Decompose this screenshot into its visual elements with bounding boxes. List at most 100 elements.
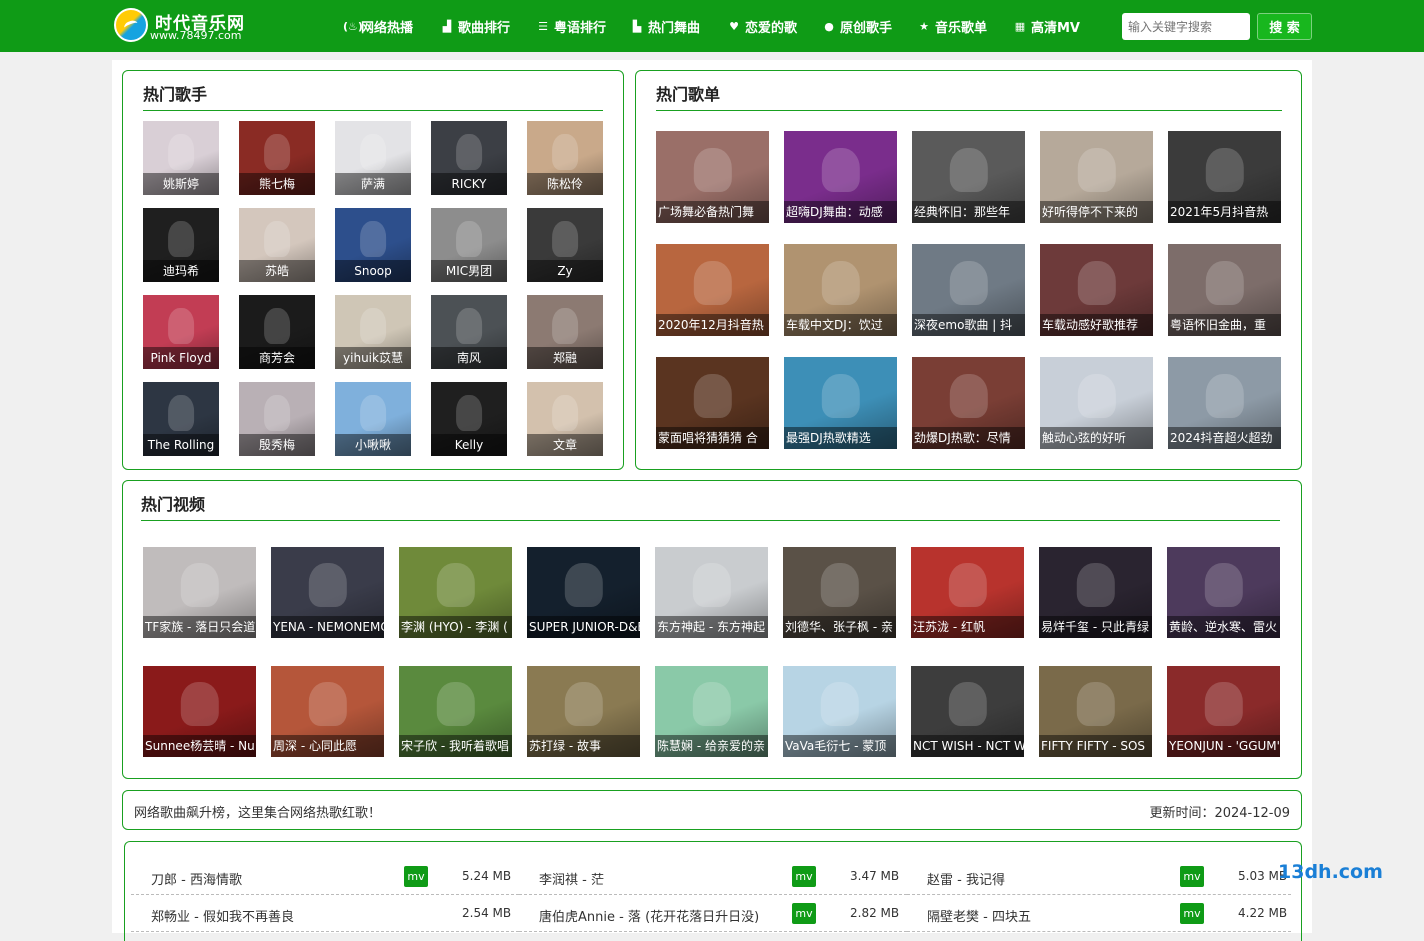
- nav-item-8[interactable]: ▦ 高清MV: [1013, 16, 1080, 36]
- playlist-card[interactable]: 超嗨DJ舞曲：动感: [784, 131, 897, 223]
- video-card[interactable]: TF家族 - 落日只会道: [143, 547, 256, 638]
- playlist-card[interactable]: 车载动感好歌推荐: [1040, 244, 1153, 336]
- video-card[interactable]: NCT WISH - NCT W: [911, 666, 1024, 757]
- singer-card-label: 陈松伶: [527, 173, 603, 195]
- mv-button[interactable]: mv: [792, 903, 816, 924]
- cover-image: [1077, 260, 1116, 305]
- playlist-card[interactable]: 最强DJ热歌精选: [784, 357, 897, 449]
- song-title[interactable]: 李润祺 - 茫: [539, 869, 604, 888]
- video-card[interactable]: 周深 - 心同此愿: [271, 666, 384, 757]
- divider: [656, 110, 1282, 111]
- video-card-label: 陈慧娴 - 给亲爱的亲: [655, 735, 768, 757]
- song-title[interactable]: 刀郎 - 西海情歌: [151, 869, 242, 888]
- singer-card-label: yihuik苡慧: [335, 347, 411, 369]
- cover-image: [949, 147, 988, 192]
- singer-card[interactable]: Zy: [527, 208, 603, 282]
- singer-card[interactable]: MIC男团: [431, 208, 507, 282]
- mv-button[interactable]: mv: [404, 866, 428, 887]
- nav-item-6[interactable]: ● 原创歌手: [822, 16, 892, 36]
- mv-button[interactable]: mv: [1180, 866, 1204, 887]
- singer-card[interactable]: Pink Floyd: [143, 295, 219, 369]
- playlist-card-label: 2024抖音超火超劲: [1168, 427, 1281, 449]
- nav-item-1[interactable]: (♨) 网络热播: [343, 16, 413, 36]
- video-card[interactable]: 汪苏泷 - 红帆: [911, 547, 1024, 638]
- playlist-card-label: 好听得停不下来的: [1040, 201, 1153, 223]
- singer-card-label: 小啾啾: [335, 434, 411, 456]
- playlist-card[interactable]: 触动心弦的好听: [1040, 357, 1153, 449]
- singer-card[interactable]: RICKY: [431, 121, 507, 195]
- nav-item-4[interactable]: ▙ 热门舞曲: [630, 16, 700, 36]
- playlist-card[interactable]: 好听得停不下来的: [1040, 131, 1153, 223]
- singer-card[interactable]: Kelly: [431, 382, 507, 456]
- singer-card[interactable]: yihuik苡慧: [335, 295, 411, 369]
- singer-card[interactable]: 迪玛希: [143, 208, 219, 282]
- playlist-card[interactable]: 2021年5月抖音热: [1168, 131, 1281, 223]
- singer-card-label: 迪玛希: [143, 260, 219, 282]
- nav-item-3[interactable]: ☰ 粤语排行: [536, 16, 606, 36]
- site-logo[interactable]: 时代音乐网 www.78497.com: [114, 8, 274, 46]
- video-card[interactable]: 黄龄、逆水寒、雷火: [1167, 547, 1280, 638]
- song-title[interactable]: 赵雷 - 我记得: [927, 869, 1005, 888]
- video-card-label: FIFTY FIFTY - SOS: [1039, 735, 1152, 757]
- video-card-label: VaVa毛衍七 - 蒙顶: [783, 735, 896, 757]
- singer-card[interactable]: 陈松伶: [527, 121, 603, 195]
- mv-button[interactable]: mv: [1180, 903, 1204, 924]
- singer-card[interactable]: 小啾啾: [335, 382, 411, 456]
- video-card[interactable]: Sunnee杨芸晴 - Nu: [143, 666, 256, 757]
- singer-card[interactable]: 熊七梅: [239, 121, 315, 195]
- video-card[interactable]: 易烊千玺 - 只此青绿: [1039, 547, 1152, 638]
- song-title[interactable]: 唐伯虎Annie - 落 (花开花落日升日没): [539, 906, 759, 925]
- playlist-card[interactable]: 深夜emo歌曲 | 抖: [912, 244, 1025, 336]
- playlist-card[interactable]: 劲爆DJ热歌：尽情: [912, 357, 1025, 449]
- singer-card[interactable]: 南风: [431, 295, 507, 369]
- mv-button[interactable]: mv: [792, 866, 816, 887]
- video-card[interactable]: 宋子欣 - 我听着歌唱: [399, 666, 512, 757]
- nav-item-2[interactable]: ▟ 歌曲排行: [440, 16, 510, 36]
- video-card[interactable]: VaVa毛衍七 - 蒙顶: [783, 666, 896, 757]
- video-card[interactable]: 东方神起 - 东方神起: [655, 547, 768, 638]
- playlist-card-label: 触动心弦的好听: [1040, 427, 1153, 449]
- playlist-card-label: 2021年5月抖音热: [1168, 201, 1281, 223]
- cover-image: [264, 308, 290, 344]
- singer-card[interactable]: 苏皓: [239, 208, 315, 282]
- video-card[interactable]: 李渊 (HYO) - 李渊 (: [399, 547, 512, 638]
- song-title[interactable]: 隔壁老樊 - 四块五: [927, 906, 1031, 925]
- search-input[interactable]: [1122, 13, 1250, 40]
- playlist-card[interactable]: 广场舞必备热门舞: [656, 131, 769, 223]
- video-card[interactable]: YENA - NEMONEMO: [271, 547, 384, 638]
- video-card[interactable]: SUPER JUNIOR-D&E: [527, 547, 640, 638]
- singer-card[interactable]: The Rolling: [143, 382, 219, 456]
- video-card[interactable]: FIFTY FIFTY - SOS: [1039, 666, 1152, 757]
- singer-card[interactable]: 姚斯婷: [143, 121, 219, 195]
- song-row: 刀郎 - 西海情歌 mv 5.24 MB: [131, 859, 519, 895]
- cover-image: [1205, 260, 1244, 305]
- video-card[interactable]: YEONJUN - 'GGUM': [1167, 666, 1280, 757]
- playlist-card-label: 粤语怀旧金曲，重: [1168, 314, 1281, 336]
- playlist-card[interactable]: 2024抖音超火超劲: [1168, 357, 1281, 449]
- video-card-label: 李渊 (HYO) - 李渊 (: [399, 616, 512, 638]
- video-card[interactable]: 陈慧娴 - 给亲爱的亲: [655, 666, 768, 757]
- singer-card[interactable]: 商芳会: [239, 295, 315, 369]
- playlist-card[interactable]: 蒙面唱将猜猜猜 合: [656, 357, 769, 449]
- singer-card[interactable]: 郑融: [527, 295, 603, 369]
- hot-singers-panel: 热门歌手 姚斯婷 熊七梅 萨满 RICKY 陈松伶 迪玛希 苏皓 Snoop MIC男团 Zy Pi…: [122, 70, 624, 470]
- video-card[interactable]: 刘德华、张子枫 - 亲: [783, 547, 896, 638]
- cover-image: [693, 373, 732, 418]
- video-card-label: 宋子欣 - 我听着歌唱: [399, 735, 512, 757]
- playlist-card[interactable]: 经典怀旧：那些年: [912, 131, 1025, 223]
- cover-image: [456, 308, 482, 344]
- singer-card[interactable]: Snoop: [335, 208, 411, 282]
- playlist-card[interactable]: 粤语怀旧金曲，重: [1168, 244, 1281, 336]
- nav-item-5[interactable]: ♥ 恋爱的歌: [727, 16, 797, 36]
- singer-card[interactable]: 文章: [527, 382, 603, 456]
- playlist-card-label: 深夜emo歌曲 | 抖: [912, 314, 1025, 336]
- singer-card[interactable]: 萨满: [335, 121, 411, 195]
- cover-image: [456, 134, 482, 170]
- playlist-card[interactable]: 车载中文DJ：饮过: [784, 244, 897, 336]
- playlist-card[interactable]: 2020年12月抖音热: [656, 244, 769, 336]
- video-card[interactable]: 苏打绿 - 故事: [527, 666, 640, 757]
- song-title[interactable]: 郑畅业 - 假如我不再善良: [151, 906, 294, 925]
- nav-item-7[interactable]: ★ 音乐歌单: [917, 16, 987, 36]
- singer-card[interactable]: 殷秀梅: [239, 382, 315, 456]
- search-button[interactable]: 搜 索: [1257, 13, 1312, 40]
